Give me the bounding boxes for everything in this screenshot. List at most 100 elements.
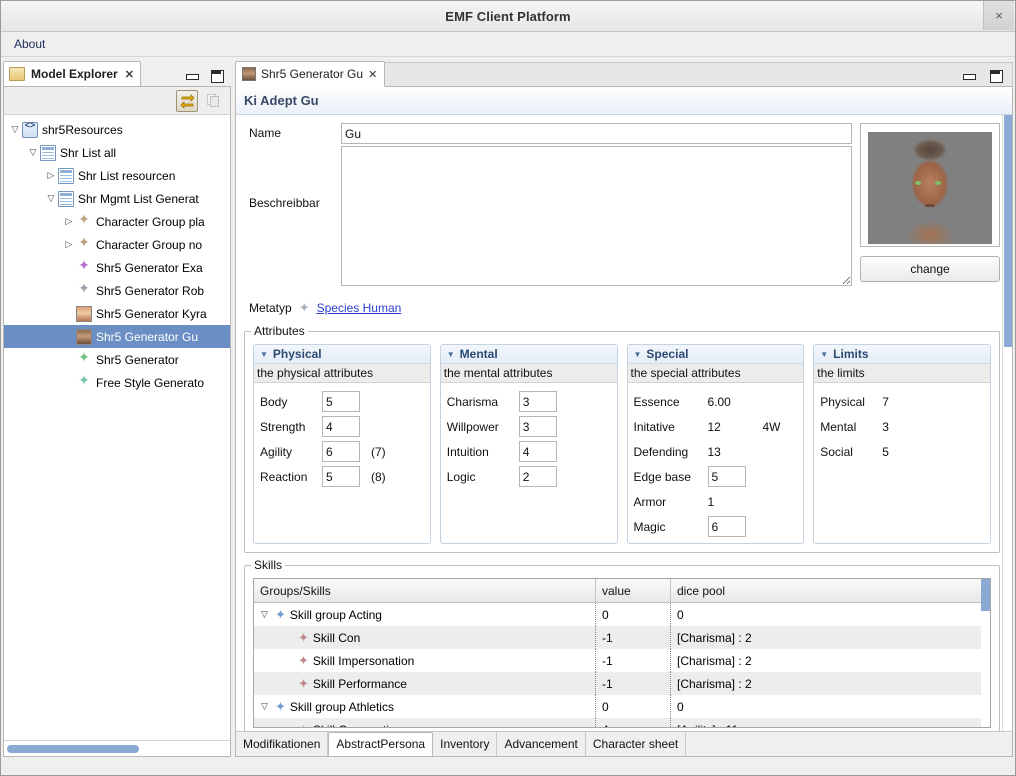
maximize-icon[interactable] <box>989 69 1003 83</box>
copy-icon[interactable] <box>202 90 224 112</box>
attribute-value: 6.00 <box>707 394 731 409</box>
attribute-panel-header[interactable]: ▼ Special <box>627 345 804 364</box>
tree-item[interactable]: ▽ Shr List all <box>4 141 230 164</box>
scrollbar-thumb[interactable] <box>1004 115 1012 347</box>
metatyp-row: Metatyp ✦ Species Human <box>249 298 1000 318</box>
application-window: EMF Client Platform × About Model Explor… <box>0 0 1016 776</box>
attribute-value-input[interactable] <box>518 391 557 412</box>
tab-character-sheet[interactable]: Character sheet <box>585 732 687 756</box>
tree-item[interactable]: Shr5 Generator Exa <box>4 256 230 279</box>
tree-item[interactable]: Shr5 Generator Kyra <box>4 302 230 325</box>
chevron-right-icon[interactable]: ▷ <box>44 171 58 180</box>
table-row[interactable]: ▽ ✦ Skill group Athletics 0 0 <box>254 695 990 718</box>
scrollbar-thumb[interactable] <box>7 745 139 753</box>
minimize-icon[interactable] <box>962 69 976 82</box>
skills-table[interactable]: Groups/Skills value dice pool ▽ ✦ Skill gr… <box>253 578 991 728</box>
attribute-value-input[interactable] <box>322 416 360 437</box>
attribute-panel-header[interactable]: ▼ Physical <box>254 345 430 364</box>
column-header-dice-pool[interactable]: dice pool <box>670 579 990 602</box>
form-vscrollbar[interactable] <box>1002 115 1012 731</box>
tree-item[interactable]: ▷ Shr List resourcen <box>4 164 230 187</box>
column-header-groups-skills[interactable]: Groups/Skills <box>254 579 595 602</box>
attribute-label: Social <box>820 444 853 459</box>
chevron-down-icon[interactable]: ▼ <box>447 350 455 359</box>
tab-advancement[interactable]: Advancement <box>497 732 586 756</box>
list-icon <box>40 144 56 161</box>
chevron-right-icon[interactable]: ▷ <box>62 240 76 249</box>
list-icon <box>58 167 74 184</box>
diamond-rose-icon: ✦ <box>298 675 309 691</box>
tree-item[interactable]: Shr5 Generator Rob <box>4 279 230 302</box>
metatyp-link[interactable]: Species Human <box>317 301 402 315</box>
close-icon[interactable]: ✕ <box>368 68 377 81</box>
page-title: Ki Adept Gu <box>244 93 319 108</box>
attribute-value-input[interactable] <box>518 466 557 487</box>
table-row[interactable]: ✦ Skill Impersonation -1 [Charisma] : 2 <box>254 649 990 672</box>
chevron-right-icon[interactable]: ▷ <box>62 217 76 226</box>
tree-item[interactable]: Shr5 Generator Gu <box>4 325 230 348</box>
minimize-icon[interactable] <box>185 69 199 82</box>
table-row[interactable]: ✦ Skill Con -1 [Charisma] : 2 <box>254 626 990 649</box>
model-tree[interactable]: ▽ shr5Resources ▽ Shr List all ▷ Shr List res… <box>4 115 230 740</box>
attribute-value-input[interactable] <box>322 391 360 412</box>
tree-item[interactable]: ▷ Character Group pla <box>4 210 230 233</box>
tree-item-label: Character Group pla <box>96 214 205 229</box>
skills-table-body[interactable]: ▽ ✦ Skill group Acting 0 0 ✦ Skill Con -1 [Chari… <box>254 603 990 727</box>
attribute-rows: Body Strength Agility (7) Reaction (8) <box>254 383 430 493</box>
attribute-panel-header[interactable]: ▼ Mental <box>440 345 617 364</box>
attribute-panel-subtitle: the special attributes <box>627 364 804 383</box>
attribute-value-input[interactable] <box>518 416 557 437</box>
attribute-panel-mental: ▼ Mental the mental attributes Charisma Will… <box>439 344 618 544</box>
cell-value: -1 <box>595 649 670 672</box>
chevron-down-icon[interactable]: ▽ <box>258 609 271 620</box>
editor-tab-shr5-generator-gu[interactable]: Shr5 Generator Gu ✕ <box>235 61 386 87</box>
menubar: About <box>1 32 1015 57</box>
model-tree-hscrollbar[interactable] <box>4 740 230 756</box>
chevron-down-icon[interactable]: ▼ <box>260 350 268 359</box>
close-icon[interactable]: ✕ <box>125 68 134 81</box>
column-header-value[interactable]: value <box>595 579 670 602</box>
maximize-icon[interactable] <box>210 69 224 83</box>
chevron-down-icon[interactable]: ▽ <box>258 701 271 712</box>
attribute-value-input[interactable] <box>322 441 360 462</box>
tab-inventory[interactable]: Inventory <box>433 732 498 756</box>
attribute-value-input[interactable] <box>322 466 360 487</box>
table-row[interactable]: ✦ Skill Performance -1 [Charisma] : 2 <box>254 672 990 695</box>
window-close-button[interactable]: × <box>983 1 1014 30</box>
chevron-down-icon[interactable]: ▽ <box>8 125 22 134</box>
view-tab-model-explorer[interactable]: Model Explorer ✕ <box>3 61 141 86</box>
menu-item-about[interactable]: About <box>10 35 49 53</box>
attribute-value-input[interactable] <box>707 516 746 537</box>
tree-item[interactable]: ▷ Character Group no <box>4 233 230 256</box>
tree-item[interactable]: Shr5 Generator <box>4 348 230 371</box>
tab-modifikationen[interactable]: Modifikationen <box>236 732 329 756</box>
tab-abstractpersona[interactable]: AbstractPersona <box>328 732 434 756</box>
editor-bottom-tabs: Modifikationen AbstractPersona Inventory Ad… <box>236 731 1012 756</box>
attribute-value-input[interactable] <box>518 441 557 462</box>
link-with-editor-icon[interactable] <box>176 89 198 112</box>
attribute-label: Agility <box>260 444 293 459</box>
table-row[interactable]: ✦ Skill Gymnastics 4[Agility] : 11 <box>254 718 990 727</box>
chevron-down-icon[interactable]: ▼ <box>820 350 828 359</box>
tree-item[interactable]: Free Style Generato <box>4 371 230 394</box>
table-row[interactable]: ▽ ✦ Skill group Acting 0 0 <box>254 603 990 626</box>
skills-vscrollbar[interactable] <box>981 579 990 727</box>
chevron-down-icon[interactable]: ▼ <box>634 350 642 359</box>
change-portrait-button[interactable]: change <box>860 256 1000 282</box>
tree-item[interactable]: ▽ shr5Resources <box>4 118 230 141</box>
attribute-value-input[interactable] <box>707 466 746 487</box>
chevron-down-icon[interactable]: ▽ <box>44 194 58 203</box>
attribute-row: Physical 7 <box>820 389 986 414</box>
diamond-icon: ✦ <box>298 300 310 315</box>
attribute-value: 12 <box>707 419 721 434</box>
skills-group-title: Skills <box>251 558 286 572</box>
description-textarea[interactable] <box>341 146 852 286</box>
attribute-label: Essence <box>633 394 680 409</box>
name-input[interactable] <box>341 123 852 144</box>
chevron-down-icon[interactable]: ▽ <box>26 148 40 157</box>
attribute-row: Mental 3 <box>820 414 986 439</box>
attribute-panel-header[interactable]: ▼ Limits <box>814 345 990 364</box>
resource-icon <box>22 120 38 138</box>
tree-item[interactable]: ▽ Shr Mgmt List Generat <box>4 187 230 210</box>
scrollbar-thumb[interactable] <box>981 579 990 611</box>
